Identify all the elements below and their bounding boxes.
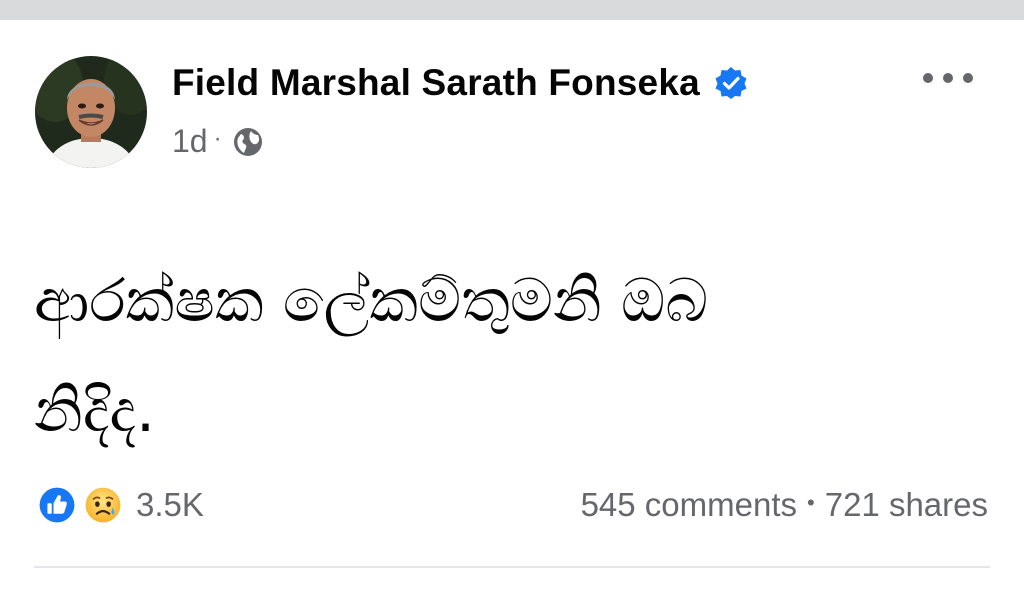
reaction-icons — [34, 482, 126, 528]
post-card: Field Marshal Sarath Fonseka 1d · ආරක්ෂක… — [0, 20, 1024, 594]
post-text: ආරක්ෂක ලේකම්තුමනි ඔබ නිදිද. — [34, 246, 974, 466]
author-header: Field Marshal Sarath Fonseka — [172, 62, 748, 104]
stats-separator: • — [807, 490, 815, 515]
author-name[interactable]: Field Marshal Sarath Fonseka — [172, 62, 700, 104]
sad-icon — [80, 482, 126, 528]
meta-separator: · — [213, 124, 222, 152]
shares-count-link[interactable]: 721 shares — [825, 486, 988, 524]
like-icon — [34, 482, 80, 528]
author-avatar[interactable] — [35, 56, 147, 168]
post-meta: 1d · — [172, 123, 264, 160]
post-text-line: නිදිද. — [34, 376, 156, 446]
comments-count-link[interactable]: 545 comments — [581, 486, 797, 524]
post-text-line: ආරක්ෂක ලේකම්තුමනි ඔබ — [34, 266, 709, 336]
reactions-summary[interactable]: 3.5K — [34, 482, 204, 528]
globe-icon[interactable] — [228, 126, 264, 158]
top-strip — [0, 0, 1024, 20]
more-options-button[interactable] — [920, 66, 976, 90]
reaction-count: 3.5K — [136, 486, 204, 523]
verified-badge-icon — [714, 66, 748, 100]
divider — [34, 566, 990, 568]
more-options-icon — [920, 66, 976, 90]
post-stats: 545 comments • 721 shares — [581, 486, 988, 524]
post-time[interactable]: 1d — [172, 123, 208, 160]
